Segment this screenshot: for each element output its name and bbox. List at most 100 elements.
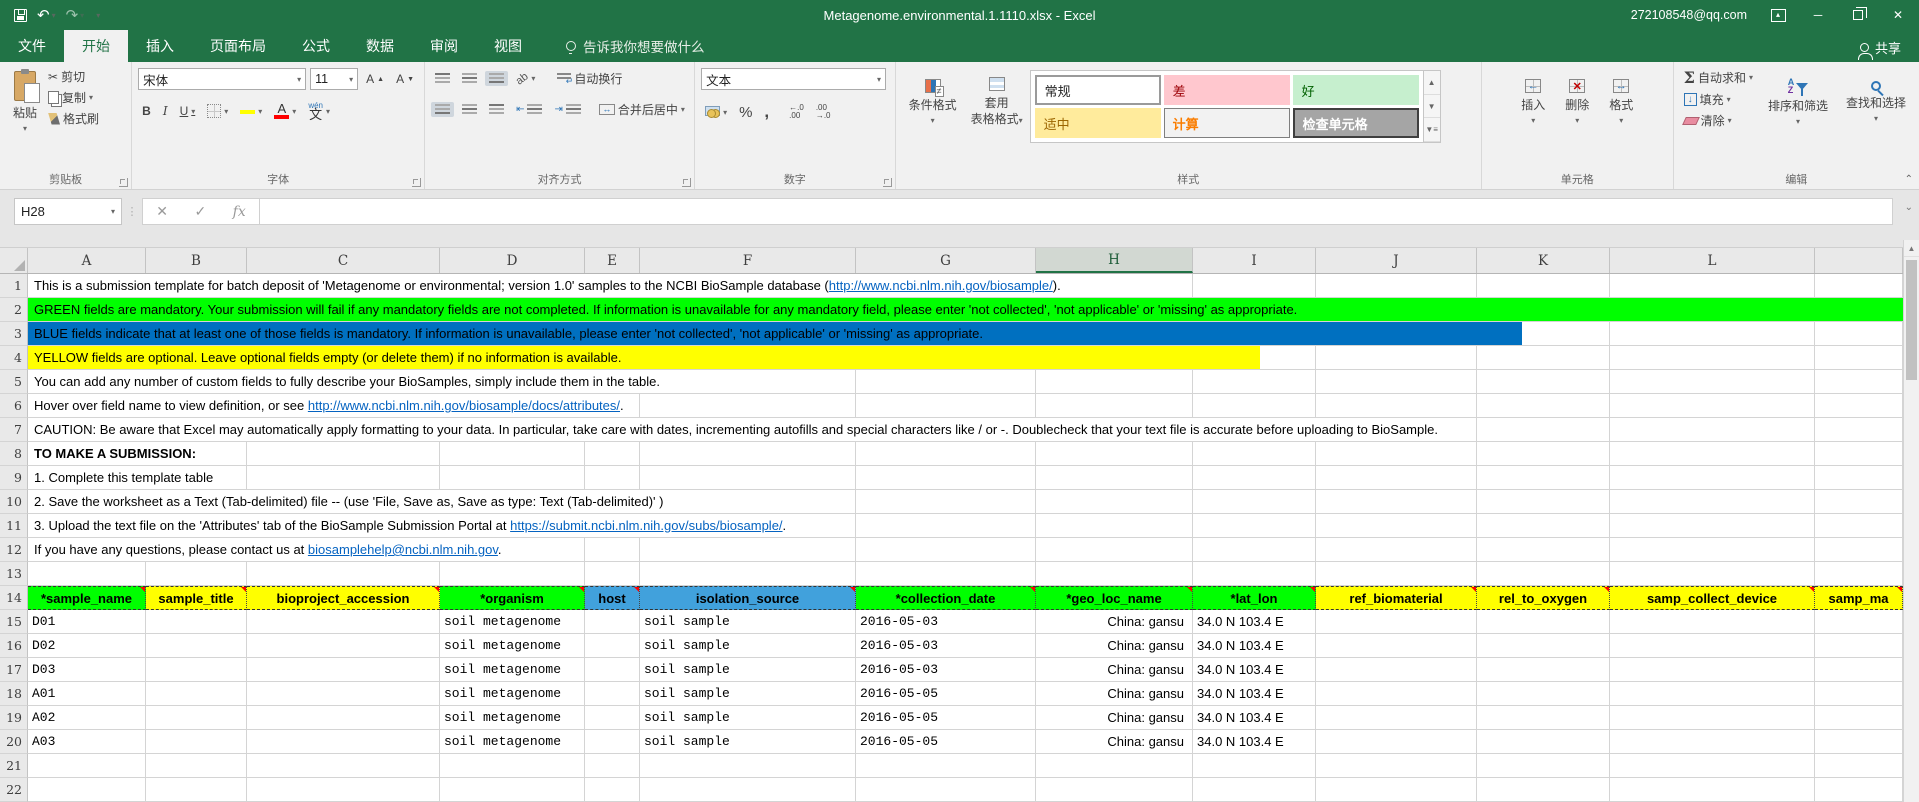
cell-F22[interactable] <box>640 778 856 802</box>
cell-J20[interactable] <box>1316 730 1477 754</box>
customize-qat-icon[interactable]: ▾ <box>94 11 100 20</box>
cell-I21[interactable] <box>1193 754 1316 778</box>
row-header-22[interactable]: 22 <box>0 778 28 802</box>
cell-G15[interactable]: 2016-05-03 <box>856 610 1036 634</box>
cell-I17[interactable]: 34.0 N 103.4 E <box>1193 658 1316 682</box>
cell-G22[interactable] <box>856 778 1036 802</box>
cell-B15[interactable] <box>146 610 247 634</box>
cell-A15[interactable]: D01 <box>28 610 146 634</box>
cell-C22[interactable] <box>247 778 440 802</box>
cell-G16[interactable]: 2016-05-03 <box>856 634 1036 658</box>
cell-L13[interactable] <box>1610 562 1815 586</box>
cell-F18[interactable]: soil sample <box>640 682 856 706</box>
cell-A22[interactable] <box>28 778 146 802</box>
cell-style-good[interactable]: 好 <box>1293 75 1419 105</box>
cell-style-calc[interactable]: 计算 <box>1164 108 1290 138</box>
decrease-decimal-button[interactable]: .00→.0 <box>812 102 835 122</box>
share-button[interactable]: 共享 <box>1850 34 1911 60</box>
tab-审阅[interactable]: 审阅 <box>412 30 476 62</box>
cell-J15[interactable] <box>1316 610 1477 634</box>
align-bottom-button[interactable] <box>485 71 508 86</box>
cell-D15[interactable]: soil metagenome <box>440 610 585 634</box>
cell-M7[interactable] <box>1815 418 1903 442</box>
cell-C15[interactable] <box>247 610 440 634</box>
cell-L19[interactable] <box>1610 706 1815 730</box>
cell-D20[interactable]: soil metagenome <box>440 730 585 754</box>
cell-I9[interactable] <box>1193 466 1316 490</box>
cell-E8[interactable] <box>585 442 640 466</box>
row-header-2[interactable]: 2 <box>0 298 28 322</box>
paste-button[interactable]: 粘贴▾ <box>6 66 44 138</box>
name-box[interactable]: H28▾ <box>14 198 122 225</box>
column-header-G[interactable]: G <box>856 248 1036 273</box>
align-center-button[interactable] <box>458 102 481 117</box>
cell-L12[interactable] <box>1610 538 1815 562</box>
cell-E15[interactable] <box>585 610 640 634</box>
tab-公式[interactable]: 公式 <box>284 30 348 62</box>
cell-K12[interactable] <box>1477 538 1610 562</box>
cell-M6[interactable] <box>1815 394 1903 418</box>
row-header-1[interactable]: 1 <box>0 274 28 298</box>
ribbon-display-options-icon[interactable]: ▴ <box>1769 7 1787 23</box>
cell-G9[interactable] <box>856 466 1036 490</box>
column-header-J[interactable]: J <box>1316 248 1477 273</box>
cell-C16[interactable] <box>247 634 440 658</box>
cell-B21[interactable] <box>146 754 247 778</box>
cell-C20[interactable] <box>247 730 440 754</box>
cell-B20[interactable] <box>146 730 247 754</box>
cell-F16[interactable]: soil sample <box>640 634 856 658</box>
column-header-E[interactable]: E <box>585 248 640 273</box>
cell-A16[interactable]: D02 <box>28 634 146 658</box>
cell-I6[interactable] <box>1193 394 1316 418</box>
cell-I19[interactable]: 34.0 N 103.4 E <box>1193 706 1316 730</box>
percent-button[interactable]: % <box>735 102 756 123</box>
cell-H8[interactable] <box>1036 442 1193 466</box>
cell-L20[interactable] <box>1610 730 1815 754</box>
gallery-down-icon[interactable]: ▼ <box>1424 95 1440 119</box>
cell-K20[interactable] <box>1477 730 1610 754</box>
field-header-rel_to_oxygen[interactable]: rel_to_oxygen <box>1477 586 1610 610</box>
column-header-D[interactable]: D <box>440 248 585 273</box>
cell-E20[interactable] <box>585 730 640 754</box>
orientation-button[interactable]: ab▾ <box>512 71 539 87</box>
cell-M11[interactable] <box>1815 514 1903 538</box>
cell-H16[interactable]: China: gansu <box>1036 634 1193 658</box>
cell-E13[interactable] <box>585 562 640 586</box>
cell-H6[interactable] <box>1036 394 1193 418</box>
cell-K18[interactable] <box>1477 682 1610 706</box>
column-header-K[interactable]: K <box>1477 248 1610 273</box>
cell-style-neutral[interactable]: 适中 <box>1035 108 1161 138</box>
cell-F6[interactable] <box>640 394 856 418</box>
cell-I1[interactable] <box>1193 274 1316 298</box>
cell-M4[interactable] <box>1815 346 1903 370</box>
cell-M18[interactable] <box>1815 682 1903 706</box>
insert-cells-button[interactable]: ← 插入▾ <box>1514 66 1552 138</box>
column-header-H[interactable]: H <box>1036 248 1193 273</box>
cell-E12[interactable] <box>585 538 640 562</box>
delete-cells-button[interactable]: ✕ 删除▾ <box>1558 66 1596 138</box>
cell-M15[interactable] <box>1815 610 1903 634</box>
cell-D8[interactable] <box>440 442 585 466</box>
merge-center-button[interactable]: ↔合并后居中▾ <box>595 99 689 120</box>
cell-I5[interactable] <box>1193 370 1316 394</box>
align-left-button[interactable] <box>431 102 454 117</box>
font-dialog-launcher[interactable] <box>412 178 421 187</box>
cell-H13[interactable] <box>1036 562 1193 586</box>
column-header-F[interactable]: F <box>640 248 856 273</box>
cell-M9[interactable] <box>1815 466 1903 490</box>
cell-D18[interactable]: soil metagenome <box>440 682 585 706</box>
increase-font-button[interactable]: A▲ <box>362 70 388 88</box>
cell-L11[interactable] <box>1610 514 1815 538</box>
cell-L21[interactable] <box>1610 754 1815 778</box>
field-header-samp_collect_device[interactable]: samp_collect_device <box>1610 586 1815 610</box>
cell-H11[interactable] <box>1036 514 1193 538</box>
cell-style-bad[interactable]: 差 <box>1164 75 1290 105</box>
select-all-corner[interactable] <box>0 248 28 273</box>
cell-K9[interactable] <box>1477 466 1610 490</box>
cell-E18[interactable] <box>585 682 640 706</box>
cell-J10[interactable] <box>1316 490 1477 514</box>
cell-E21[interactable] <box>585 754 640 778</box>
row-header-20[interactable]: 20 <box>0 730 28 754</box>
cell-A20[interactable]: A03 <box>28 730 146 754</box>
cell-I8[interactable] <box>1193 442 1316 466</box>
